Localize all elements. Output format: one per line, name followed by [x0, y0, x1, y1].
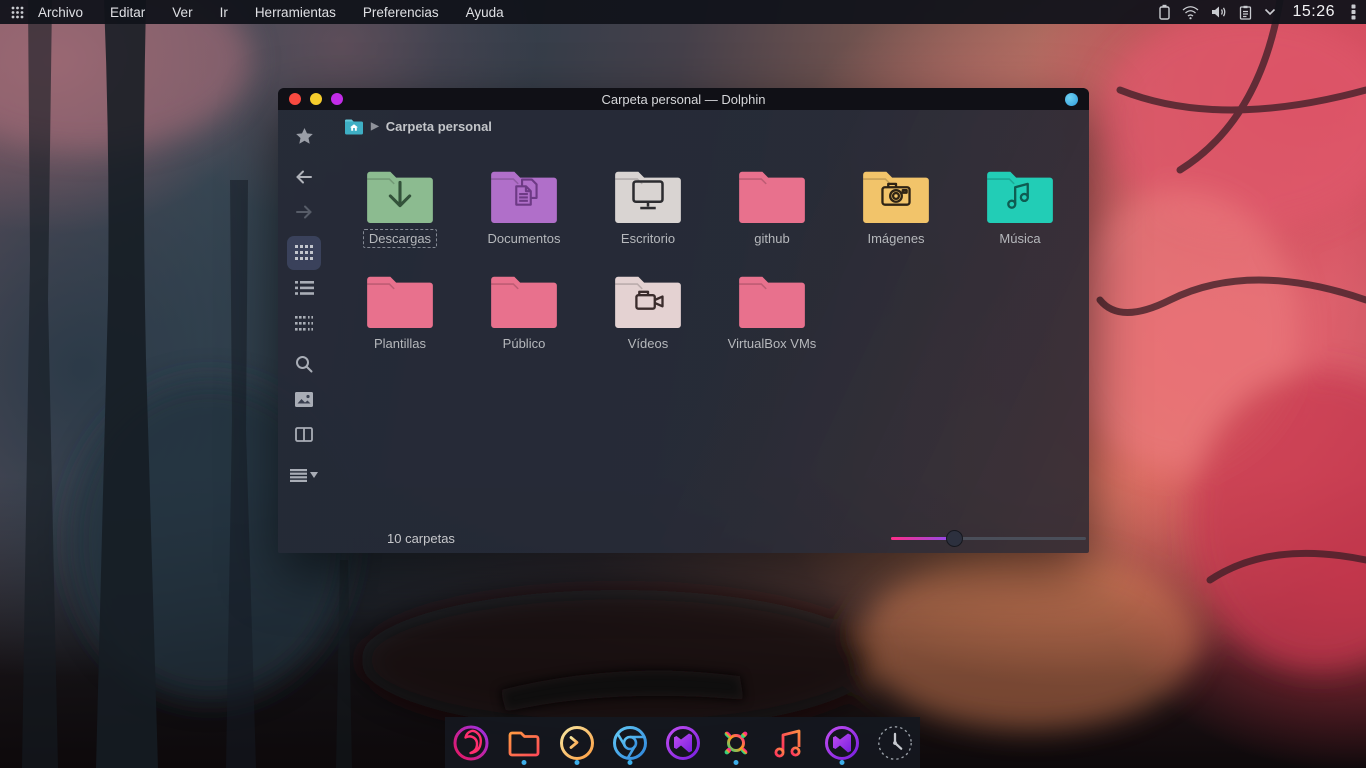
folder-grid: Descargas Documentos Escritorio github Imáge… [338, 166, 1089, 353]
breadcrumb[interactable]: ▶ Carpeta personal [330, 110, 1089, 143]
view-icons-icon[interactable] [287, 236, 321, 270]
running-indicator-dot [574, 760, 579, 765]
running-indicator-dot [733, 760, 738, 765]
menu-item-ayuda[interactable]: Ayuda [466, 5, 504, 20]
terminal-icon[interactable] [557, 721, 597, 765]
volume-icon[interactable] [1211, 5, 1227, 19]
zoom-slider-fill [891, 537, 954, 540]
folder-label: Imágenes [861, 229, 930, 248]
side-toolbar [278, 110, 330, 553]
menu-item-archivo[interactable]: Archivo [38, 5, 83, 20]
close-button[interactable] [289, 93, 301, 105]
folder-imágenes[interactable]: Imágenes [834, 166, 958, 248]
zoom-slider[interactable] [891, 529, 1089, 547]
folder-label: VirtualBox VMs [722, 334, 823, 353]
app-launcher-grid-icon[interactable] [0, 6, 34, 19]
zoom-slider-handle[interactable] [946, 530, 963, 547]
menubar-clock[interactable]: 15:26 [1292, 3, 1335, 21]
folder-virtualbox-vms[interactable]: VirtualBox VMs [710, 271, 834, 353]
global-menu: Archivo Editar Ver Ir Herramientas Preferenci… [38, 5, 504, 20]
folder-escritorio[interactable]: Escritorio [586, 166, 710, 248]
folder-github[interactable]: github [710, 166, 834, 248]
titlebar[interactable]: Carpeta personal — Dolphin [278, 88, 1089, 110]
search-icon[interactable] [287, 347, 321, 381]
folder-descargas[interactable]: Descargas [338, 166, 462, 248]
menu-item-ir[interactable]: Ir [220, 5, 228, 20]
maximize-button[interactable] [331, 93, 343, 105]
menu-item-editar[interactable]: Editar [110, 5, 145, 20]
folder-label: Música [993, 229, 1046, 248]
breadcrumb-location[interactable]: Carpeta personal [386, 119, 492, 134]
files-icon[interactable] [504, 721, 544, 765]
item-count-label: 10 carpetas [387, 531, 455, 546]
folder-label: Plantillas [368, 334, 432, 353]
firefox-icon[interactable] [451, 721, 491, 765]
view-list-icon[interactable] [287, 271, 321, 305]
folder-view: ▶ Carpeta personal Descargas Documentos Es… [330, 110, 1089, 553]
vscode-2-icon[interactable] [822, 721, 862, 765]
preview-image-icon[interactable] [287, 382, 321, 416]
dolphin-window: Carpeta personal — Dolphin [278, 88, 1089, 553]
folder-label: Documentos [482, 229, 567, 248]
top-menubar: Archivo Editar Ver Ir Herramientas Preferenci… [0, 0, 1366, 24]
statusbar: 10 carpetas [330, 523, 1089, 553]
app-menu-button[interactable] [1065, 93, 1078, 106]
vscode-icon[interactable] [663, 721, 703, 765]
minimize-button[interactable] [310, 93, 322, 105]
overflow-menu-icon[interactable] [1351, 4, 1356, 20]
chrome-icon[interactable] [610, 721, 650, 765]
menu-item-ver[interactable]: Ver [172, 5, 192, 20]
settings-icon[interactable] [716, 721, 756, 765]
view-details-icon[interactable] [287, 306, 321, 340]
dock [445, 717, 920, 768]
caret-down-icon [310, 472, 318, 478]
folder-label: Escritorio [615, 229, 681, 248]
folder-vídeos[interactable]: Vídeos [586, 271, 710, 353]
window-title: Carpeta personal — Dolphin [278, 92, 1089, 107]
hamburger-menu-icon[interactable] [287, 458, 321, 492]
folder-label: Público [497, 334, 552, 353]
network-wifi-icon[interactable] [1182, 5, 1199, 20]
home-folder-icon [344, 118, 364, 135]
forward-icon[interactable] [287, 195, 321, 229]
system-tray: 15:26 [1159, 3, 1356, 21]
breadcrumb-arrow-icon: ▶ [371, 121, 379, 132]
clipboard-icon[interactable] [1239, 5, 1252, 20]
folder-label: Vídeos [622, 334, 674, 353]
menu-item-herramientas[interactable]: Herramientas [255, 5, 336, 20]
folder-label: github [748, 229, 795, 248]
folder-plantillas[interactable]: Plantillas [338, 271, 462, 353]
menu-item-preferencias[interactable]: Preferencias [363, 5, 439, 20]
folder-documentos[interactable]: Documentos [462, 166, 586, 248]
favorites-star-icon[interactable] [287, 119, 321, 153]
music-icon[interactable] [769, 721, 809, 765]
window-controls [289, 93, 343, 105]
split-view-icon[interactable] [287, 417, 321, 451]
folder-público[interactable]: Público [462, 271, 586, 353]
folder-música[interactable]: Música [958, 166, 1082, 248]
running-indicator-dot [839, 760, 844, 765]
back-icon[interactable] [287, 160, 321, 194]
chevron-down-icon[interactable] [1264, 8, 1276, 16]
clock-icon[interactable] [875, 721, 915, 765]
battery-icon[interactable] [1159, 4, 1170, 20]
running-indicator-dot [627, 760, 632, 765]
running-indicator-dot [521, 760, 526, 765]
folder-label: Descargas [363, 229, 437, 248]
